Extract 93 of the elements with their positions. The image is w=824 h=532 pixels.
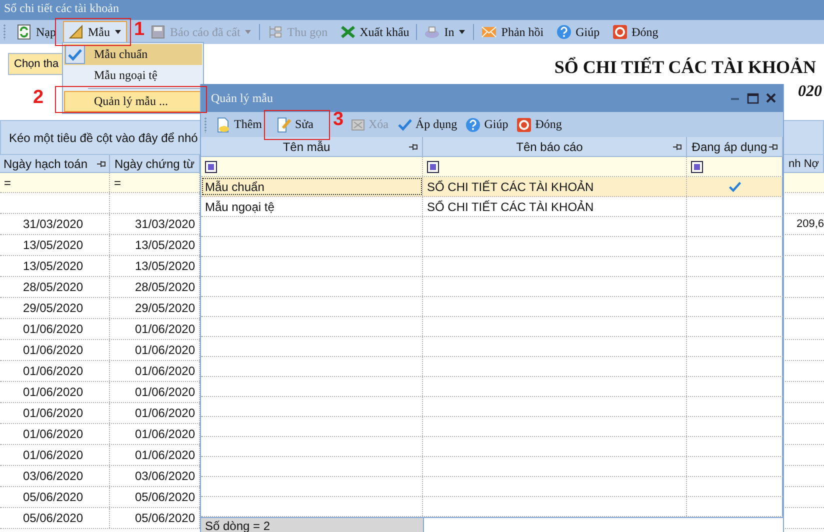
annotation-number: 3 [333,110,344,130]
menu-item[interactable]: Mẫu chuẩn [64,44,202,65]
printer-icon [424,24,440,40]
window-title: Sổ chi tiết các tài khoản [0,0,824,20]
report-title: SỔ CHI TIẾT CÁC TÀI KHOẢN [554,57,816,78]
table-cell: 13/05/2020 [134,259,195,273]
column-header[interactable]: Tên báo cáo [423,137,687,156]
table-cell: Mẫu ngoại tệ [205,200,274,214]
table-cell: 209,6 [796,218,824,230]
delete-icon [350,116,366,132]
table-cell: 05/06/2020 [134,490,195,504]
power-icon [516,116,532,132]
toolbar-button[interactable]: Mẫu [63,21,127,43]
table-cell: 01/06/2020 [134,322,195,336]
pencil-page-icon [276,116,292,132]
table-cell: 13/05/2020 [22,238,83,252]
table-cell: 05/06/2020 [22,490,83,504]
table-cell: Mẫu chuẩn [205,180,264,194]
table-cell: 28/05/2020 [22,280,83,294]
table-cell: 31/03/2020 [134,217,195,231]
table-cell: 03/06/2020 [134,469,195,483]
table-cell: SỔ CHI TIẾT CÁC TÀI KHOẢN [427,200,594,214]
menu-item[interactable]: Quản lý mẫu ... [64,91,202,112]
table-cell: 01/06/2020 [22,406,83,420]
toolbar-button[interactable]: Phản hồi [476,21,549,43]
toolbar-button[interactable]: Áp dụng [394,114,460,136]
pin-icon[interactable] [672,142,682,150]
table-cell: 01/06/2020 [134,385,195,399]
caret-icon [114,29,122,35]
checkmark-icon [396,116,413,132]
table-cell: 05/06/2020 [134,511,195,525]
table-row[interactable]: Mẫu ngoại tệ SỔ CHI TIẾT CÁC TÀI KHOẢN [201,197,783,217]
toolbar-button[interactable]: In [419,21,472,43]
annotation-box [264,110,330,140]
triangle-ruler-icon [68,24,84,40]
table-cell: 01/06/2020 [22,385,83,399]
table-cell: 01/06/2020 [134,427,195,441]
table-cell: 13/05/2020 [134,238,195,252]
dialog-title: Quản lý mẫu [211,90,273,106]
table-cell: SỔ CHI TIẾT CÁC TÀI KHOẢN [427,180,594,194]
report-period: 020 [798,83,822,101]
table-cell: 01/06/2020 [134,364,195,378]
toolbar-button[interactable]: Giúp [462,114,512,136]
toolbar-button[interactable]: Thêm [212,114,265,136]
pin-icon[interactable] [96,160,106,168]
toolbar-button[interactable]: Sửa [273,114,317,136]
table-row[interactable]: Mẫu chuẩn SỔ CHI TIẾT CÁC TÀI KHOẢN [201,177,783,197]
toolbar-button[interactable]: Đóng [513,114,565,136]
table-cell: 29/05/2020 [134,301,195,315]
table-cell: 01/06/2020 [22,427,83,441]
caret-icon [244,29,252,35]
spreadsheet-icon [340,24,356,40]
table-cell: 13/05/2020 [22,259,83,273]
table-cell: 31/03/2020 [22,217,83,231]
table-cell: 01/06/2020 [22,448,83,462]
close-icon[interactable] [765,92,777,104]
refresh-icon [16,24,32,40]
filter-icon[interactable] [427,160,439,172]
column-header[interactable]: Tên mẫu [201,137,423,156]
pin-icon[interactable] [768,142,778,150]
group-panel-hint: Kéo một tiêu đề cột vào đây để nhó [9,130,198,144]
toolbar-button[interactable]: Xuất khẩu [334,21,414,43]
pin-icon[interactable] [408,142,418,150]
annotation-number: 2 [33,88,44,108]
maximize-icon[interactable] [747,92,759,104]
annotation-number: 1 [134,20,145,40]
checkmark-icon [67,46,83,62]
caret-icon [458,29,466,35]
table-cell: 29/05/2020 [22,301,83,315]
help-icon [556,24,572,40]
column-header[interactable]: Đang áp dụng [687,137,783,156]
table-cell: 01/06/2020 [134,343,195,357]
tree-icon [267,24,284,40]
envelope-icon [481,24,498,40]
table-cell: 01/06/2020 [134,406,195,420]
filter-operator[interactable]: = [4,176,12,190]
filter-icon[interactable] [205,160,217,172]
toolbar-button[interactable]: Đóng [606,21,664,43]
help-icon [465,116,482,132]
filter-operator[interactable]: = [114,176,122,190]
table-cell: 28/05/2020 [134,280,195,294]
filter-icon[interactable] [691,160,703,172]
table-cell: 05/06/2020 [22,511,83,525]
new-page-icon [215,116,231,132]
table-cell: 01/06/2020 [134,448,195,462]
toolbar-button[interactable]: Giúp [550,21,605,43]
table-cell: 01/06/2020 [22,364,83,378]
toolbar-button[interactable]: Nạp [11,21,61,43]
column-header[interactable]: Ngày hạch toán [0,155,110,172]
power-icon [612,24,628,40]
table-cell: 01/06/2020 [22,343,83,357]
table-cell: 03/06/2020 [22,469,83,483]
table-cell: 01/06/2020 [22,322,83,336]
